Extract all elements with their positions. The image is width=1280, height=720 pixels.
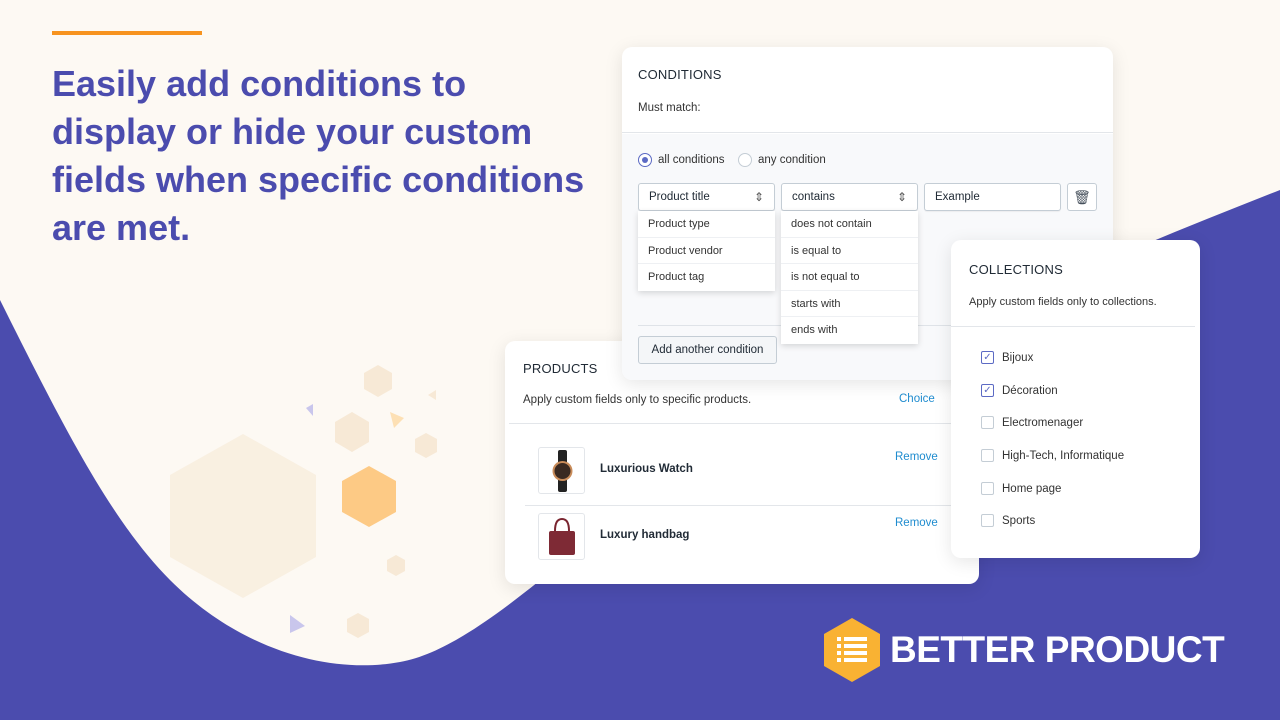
field-option[interactable]: Product type: [638, 211, 775, 238]
radio-label: all conditions: [658, 154, 725, 166]
must-match-label: Must match:: [638, 102, 701, 114]
product-name: Luxurious Watch: [600, 463, 693, 475]
remove-link[interactable]: Remove: [895, 451, 938, 463]
list-hexagon-icon: [824, 618, 880, 682]
operator-option[interactable]: starts with: [781, 291, 918, 317]
checkbox-icon: [981, 514, 994, 527]
brand-logo: BETTER PRODUCT: [824, 618, 1225, 682]
product-row: Luxurious Watch Remove: [505, 439, 979, 503]
operator-dropdown: does not contain is equal to is not equa…: [781, 211, 918, 344]
collection-checkbox-sports[interactable]: Sports: [981, 514, 1035, 527]
field-option[interactable]: Product vendor: [638, 238, 775, 264]
field-dropdown: Product type Product vendor Product tag: [638, 211, 775, 291]
collections-title: COLLECTIONS: [969, 262, 1063, 277]
checkbox-label: Sports: [1002, 514, 1036, 527]
choice-link[interactable]: Choice: [899, 393, 935, 405]
collections-card: COLLECTIONS Apply custom fields only to …: [951, 240, 1200, 558]
handbag-image: [538, 513, 585, 560]
checkbox-label: Bijoux: [1002, 351, 1034, 364]
radio-icon: [738, 153, 752, 167]
operator-select-value: contains: [792, 191, 835, 203]
select-arrows-icon: ⇕: [753, 190, 764, 204]
checkbox-label: Décoration: [1002, 384, 1058, 397]
products-title: PRODUCTS: [523, 361, 598, 376]
operator-option[interactable]: is equal to: [781, 238, 918, 264]
product-name: Luxury handbag: [600, 529, 690, 541]
collection-checkbox-bijoux[interactable]: ✓ Bijoux: [981, 351, 1033, 364]
checkbox-label: Home page: [1002, 482, 1062, 495]
product-row: Luxury handbag Remove: [505, 505, 979, 569]
conditions-title: CONDITIONS: [638, 67, 722, 82]
field-option[interactable]: Product tag: [638, 264, 775, 291]
watch-image: [538, 447, 585, 494]
operator-option[interactable]: is not equal to: [781, 264, 918, 291]
accent-line: [52, 31, 202, 35]
operator-option[interactable]: does not contain: [781, 211, 918, 238]
collection-checkbox-electromenager[interactable]: Electromenager: [981, 416, 1083, 429]
collection-checkbox-high-tech[interactable]: High-Tech, Informatique: [981, 449, 1124, 462]
radio-label: any condition: [758, 154, 826, 166]
brand-name: BETTER PRODUCT: [890, 629, 1225, 670]
checkmark-icon: ✓: [981, 384, 994, 397]
select-arrows-icon: ⇕: [896, 190, 907, 204]
operator-option[interactable]: ends with: [781, 317, 918, 344]
checkbox-label: Electromenager: [1002, 416, 1084, 429]
products-subtitle: Apply custom fields only to specific pro…: [523, 394, 752, 406]
checkmark-icon: ✓: [981, 351, 994, 364]
add-condition-button[interactable]: Add another condition: [638, 336, 777, 364]
remove-link[interactable]: Remove: [895, 517, 938, 529]
value-input[interactable]: Example: [924, 183, 1061, 211]
operator-select[interactable]: contains ⇕: [781, 183, 918, 211]
headline: Easily add conditions to display or hide…: [52, 63, 585, 248]
trash-icon[interactable]: 🗑: [1067, 183, 1097, 211]
radio-all-conditions[interactable]: all conditions: [638, 153, 724, 167]
collection-checkbox-home-page[interactable]: Home page: [981, 482, 1061, 495]
decorative-hexagons: [170, 365, 437, 638]
checkbox-icon: [981, 449, 994, 462]
field-select[interactable]: Product title ⇕: [638, 183, 775, 211]
radio-any-condition[interactable]: any condition: [738, 153, 826, 167]
field-select-value: Product title: [649, 191, 710, 203]
radio-selected-icon: [638, 153, 652, 167]
checkbox-icon: [981, 482, 994, 495]
collections-subtitle: Apply custom fields only to collections.: [969, 296, 1157, 308]
checkbox-label: High-Tech, Informatique: [1002, 449, 1125, 462]
checkbox-icon: [981, 416, 994, 429]
collection-checkbox-decoration[interactable]: ✓ Décoration: [981, 384, 1058, 397]
